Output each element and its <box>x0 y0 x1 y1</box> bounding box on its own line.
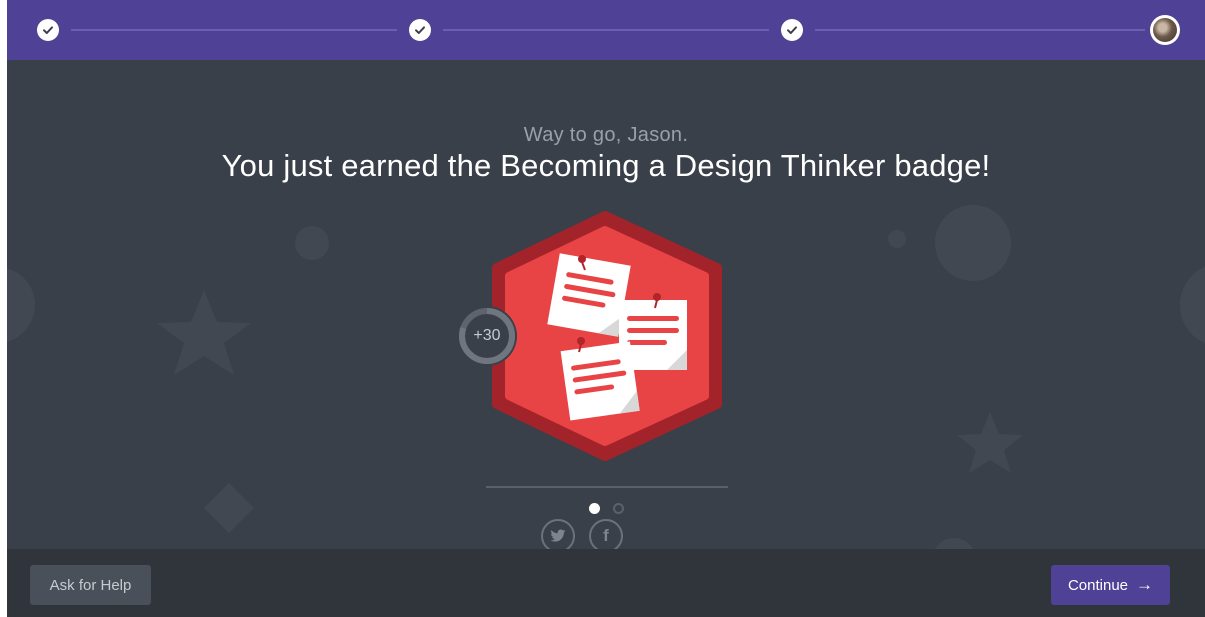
ask-for-help-button[interactable]: Ask for Help <box>30 565 151 605</box>
continue-label: Continue <box>1067 576 1129 594</box>
sticky-note-1 <box>547 253 631 337</box>
carousel-dot-1-active[interactable] <box>589 503 600 514</box>
facebook-icon: f <box>603 526 609 545</box>
arrow-right-icon: → <box>1136 575 1154 594</box>
share-twitter-button[interactable] <box>541 519 575 553</box>
divider <box>486 486 728 488</box>
badge-earned-screen: Way to go, Jason. You just earned the Be… <box>7 0 1205 617</box>
share-facebook-button[interactable]: f <box>589 519 623 553</box>
carousel-dot-2[interactable] <box>613 503 624 514</box>
footer-bar <box>7 549 1205 617</box>
points-earned-label: +30 <box>473 327 501 344</box>
sticky-note-3 <box>560 341 640 421</box>
continue-button[interactable]: Continue → <box>1051 565 1170 605</box>
twitter-icon <box>550 529 566 542</box>
